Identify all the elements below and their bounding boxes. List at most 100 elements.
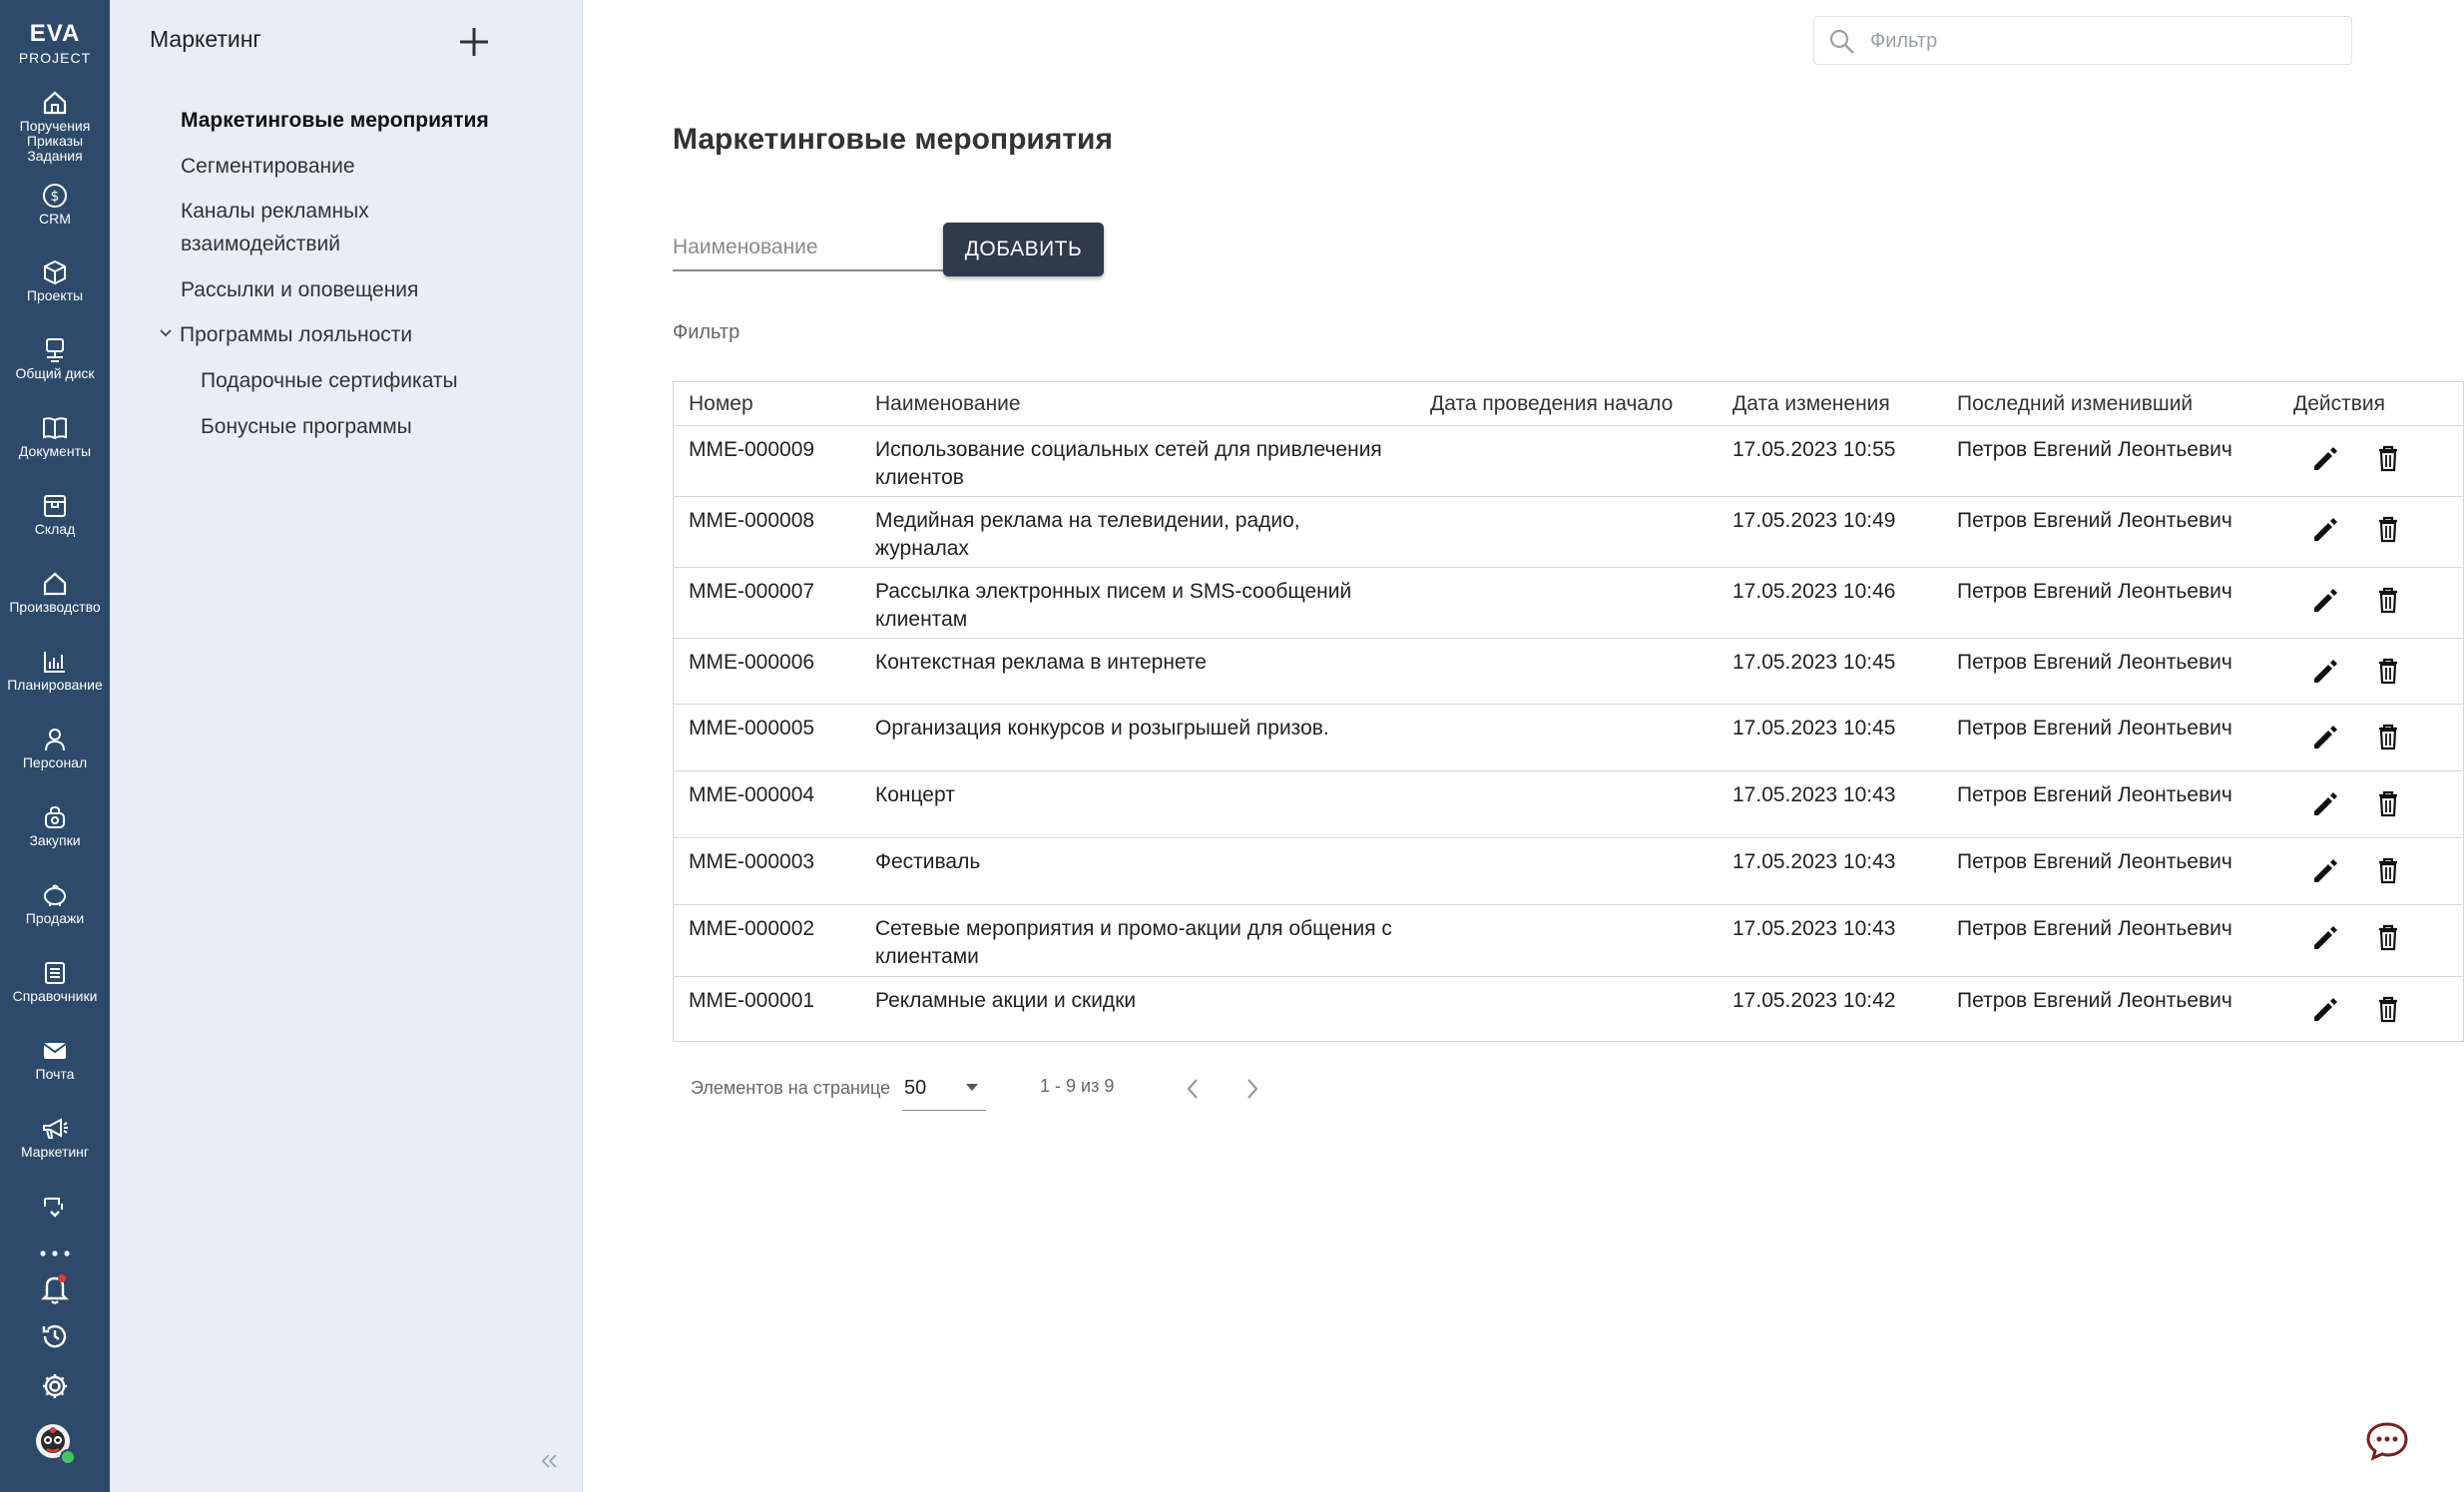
rail-item-tasks[interactable]: Поручения Приказы Задания <box>0 90 110 164</box>
edit-icon[interactable] <box>2307 852 2343 888</box>
rail-label: Производство <box>9 599 101 615</box>
col-changed-by[interactable]: Последний изменивший <box>1957 392 2193 416</box>
table-row[interactable]: MME-000008 Медийная реклама на телевидени… <box>674 497 2463 568</box>
settings-button[interactable] <box>0 1371 110 1401</box>
sidebar-item-loyalty[interactable]: Программы лояльности <box>180 318 412 351</box>
more-button[interactable] <box>0 1247 110 1259</box>
table-row[interactable]: MME-000003 Фестиваль 17.05.2023 10:43 Петро… <box>674 838 2463 905</box>
events-table: Номер Наименование Дата проведения начал… <box>673 381 2464 1042</box>
trash-icon[interactable] <box>2370 852 2406 888</box>
logo[interactable]: EVA PROJECT <box>0 20 110 66</box>
sidebar-item-bonus-programs[interactable]: Бонусные программы <box>201 410 412 443</box>
cell-name: Сетевые мероприятия и промо-акции для об… <box>875 917 1392 968</box>
edit-icon[interactable] <box>2307 919 2343 955</box>
sidebar-item-marketing-events[interactable]: Маркетинговые мероприятия <box>181 104 489 137</box>
cell-name: Использование социальных сетей для привл… <box>875 438 1382 489</box>
notifications-button[interactable] <box>0 1271 110 1305</box>
sidebar-item-ad-channels-line2[interactable]: взаимодействий <box>181 228 340 260</box>
edit-icon[interactable] <box>2307 991 2343 1027</box>
cell-changed: 17.05.2023 10:43 <box>1732 917 1896 940</box>
edit-icon[interactable] <box>2307 511 2343 547</box>
edit-icon[interactable] <box>2307 582 2343 618</box>
rail-label: Продажи <box>25 910 85 926</box>
rail-item-projects[interactable]: Проекты <box>0 259 110 303</box>
edit-icon[interactable] <box>2307 719 2343 754</box>
table-row[interactable]: MME-000005 Организация конкурсов и розыгр… <box>674 705 2463 771</box>
search-input[interactable] <box>1870 25 2329 57</box>
edit-icon[interactable] <box>2307 785 2343 821</box>
trash-icon[interactable] <box>2370 582 2406 618</box>
rail-item-personnel[interactable]: Персонал <box>0 727 110 770</box>
plus-icon[interactable] <box>456 24 492 60</box>
col-changed[interactable]: Дата изменения <box>1732 392 1890 416</box>
collapse-sidebar-icon[interactable] <box>537 1449 561 1473</box>
trash-icon[interactable] <box>2370 719 2406 754</box>
rail-item-marketing[interactable]: Маркетинг <box>0 1116 110 1160</box>
cell-changed-by: Петров Евгений Леонтьевич <box>1957 651 2232 674</box>
rail-item-warehouse[interactable]: Склад <box>0 493 110 537</box>
chevron-down-icon[interactable] <box>158 325 174 341</box>
list-icon <box>45 962 65 984</box>
rail-item-purchases[interactable]: Закупки <box>0 804 110 848</box>
rail-item-documents[interactable]: Документы <box>0 415 110 459</box>
user-avatar[interactable] <box>0 1421 110 1465</box>
dots-icon <box>40 1250 70 1256</box>
cell-number: MME-000001 <box>689 989 815 1012</box>
cell-number: MME-000006 <box>689 651 815 674</box>
trash-icon[interactable] <box>2370 511 2406 547</box>
edit-icon[interactable] <box>2307 653 2343 689</box>
cell-changed-by: Петров Евгений Леонтьевич <box>1957 509 2232 532</box>
chat-icon[interactable] <box>2365 1421 2409 1461</box>
trash-icon[interactable] <box>2370 653 2406 689</box>
sidebar-item-ad-channels[interactable]: Каналы рекламных <box>181 195 369 228</box>
cell-name: Контекстная реклама в интернете <box>875 651 1207 674</box>
rail-item-references[interactable]: Справочники <box>0 960 110 1004</box>
sidebar-item-mailings[interactable]: Рассылки и оповещения <box>181 273 418 306</box>
rail-item-mail[interactable]: Почта <box>0 1038 110 1082</box>
trash-icon[interactable] <box>2370 440 2406 476</box>
trash-icon[interactable] <box>2370 919 2406 955</box>
chevron-left-icon[interactable] <box>1181 1074 1205 1104</box>
history-button[interactable] <box>0 1321 110 1351</box>
col-name[interactable]: Наименование <box>875 392 1021 416</box>
gear-icon <box>43 1374 67 1398</box>
col-start-date[interactable]: Дата проведения начало <box>1430 392 1673 416</box>
cell-number: MME-000008 <box>689 509 815 532</box>
disk-icon <box>46 338 64 362</box>
cell-name: Рассылка электронных писем и SMS-сообщен… <box>875 580 1352 631</box>
rail-item-sales[interactable]: Продажи <box>0 882 110 926</box>
rail-label: Почта <box>35 1066 75 1082</box>
table-row[interactable]: MME-000006 Контекстная реклама в интернет… <box>674 639 2463 705</box>
name-input[interactable] <box>673 228 944 267</box>
cell-changed-by: Петров Евгений Леонтьевич <box>1957 438 2232 461</box>
table-row[interactable]: MME-000004 Концерт 17.05.2023 10:43 Петров … <box>674 771 2463 838</box>
cell-name: Фестиваль <box>875 850 981 873</box>
megaphone-icon <box>43 1118 68 1139</box>
table-row[interactable]: MME-000009 Использование социальных сетей… <box>674 426 2463 497</box>
cell-changed-by: Петров Евгений Леонтьевич <box>1957 783 2232 806</box>
book-icon <box>43 417 67 440</box>
table-row[interactable]: MME-000002 Сетевые мероприятия и промо-ак… <box>674 905 2463 977</box>
rail-item-planning[interactable]: Планирование <box>0 649 110 693</box>
edit-icon[interactable] <box>2307 440 2343 476</box>
filter-toggle[interactable]: Фильтр <box>673 321 739 344</box>
cell-number: MME-000004 <box>689 783 815 806</box>
table-header: Номер Наименование Дата проведения начал… <box>674 382 2463 426</box>
col-number[interactable]: Номер <box>689 392 753 416</box>
trash-icon[interactable] <box>2370 785 2406 821</box>
table-row[interactable]: MME-000007 Рассылка электронных писем и S… <box>674 568 2463 639</box>
table-row[interactable]: MME-000001 Рекламные акции и скидки 17.05.… <box>674 977 2463 1042</box>
page-size-select[interactable]: 50 <box>902 1069 986 1111</box>
more-modules-button[interactable] <box>0 1195 110 1221</box>
trash-icon[interactable] <box>2370 991 2406 1027</box>
page-size-label: Элементов на странице <box>691 1078 891 1098</box>
chevron-right-icon[interactable] <box>1240 1074 1264 1104</box>
cell-name: Концерт <box>875 783 955 806</box>
sidebar-item-segmentation[interactable]: Сегментирование <box>181 150 355 183</box>
rail-label: CRM <box>39 211 71 227</box>
add-button[interactable]: ДОБАВИТЬ <box>943 223 1104 276</box>
rail-item-production[interactable]: Производство <box>0 571 110 615</box>
sidebar-item-gift-certificates[interactable]: Подарочные сертификаты <box>201 364 458 397</box>
rail-item-disk[interactable]: Общий диск <box>0 337 110 381</box>
rail-item-crm[interactable]: $ CRM <box>0 183 110 227</box>
